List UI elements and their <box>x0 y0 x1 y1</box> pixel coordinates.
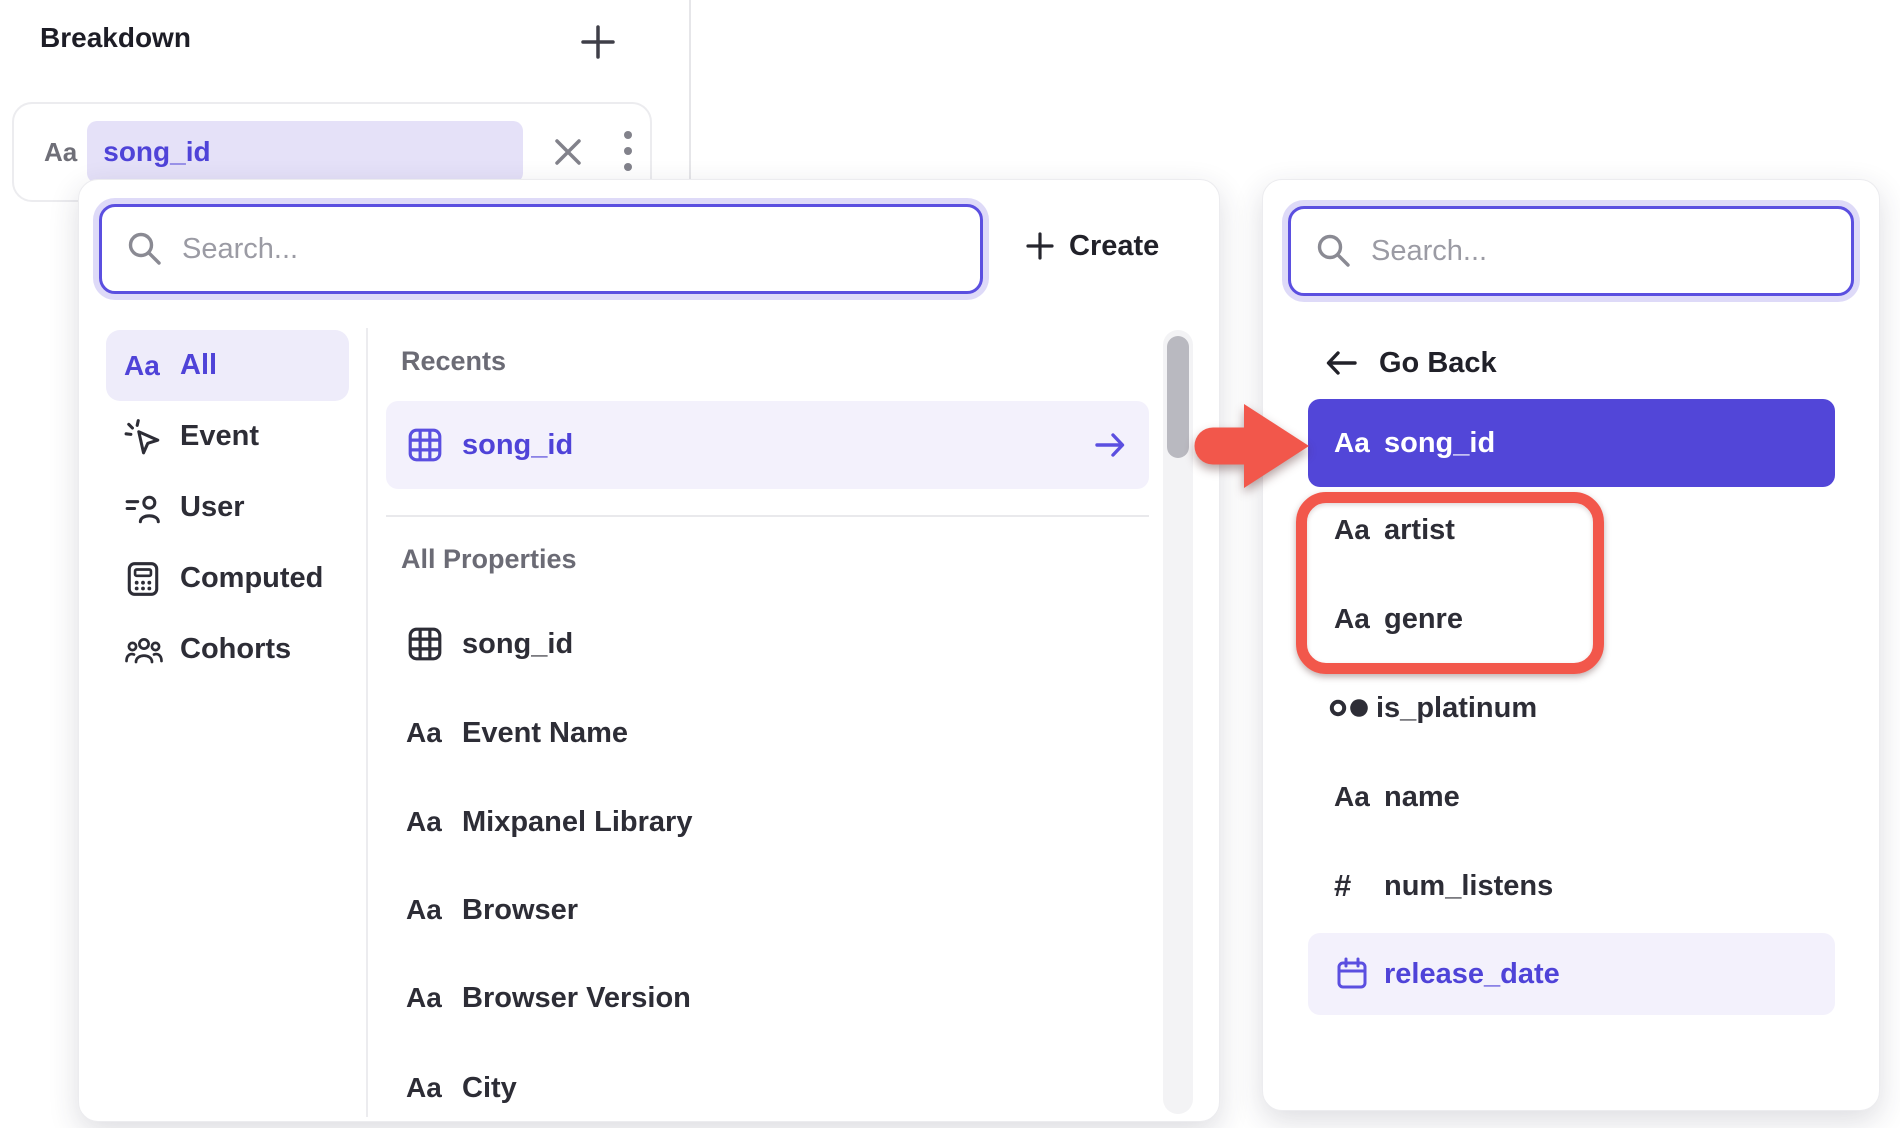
panel-divider <box>689 0 691 180</box>
property-values-dropdown: Go Back Aa song_id Aa artist Aa genre is… <box>1262 179 1880 1111</box>
number-icon: # <box>1334 868 1351 904</box>
property-row-browser-version[interactable]: Aa Browser Version <box>386 954 1149 1042</box>
category-label: All <box>180 349 217 382</box>
text-type-icon: Aa <box>44 137 77 168</box>
calendar-icon <box>1334 956 1384 992</box>
remove-breakdown-icon[interactable] <box>551 135 585 169</box>
property-row-release-date[interactable]: release_date <box>1308 933 1835 1015</box>
computed-icon <box>124 560 170 598</box>
drill-in-arrow-icon[interactable] <box>1093 429 1127 461</box>
property-row-song-id[interactable]: Aa song_id <box>1308 399 1835 487</box>
search-input-wrapper[interactable] <box>1288 206 1854 296</box>
table-icon <box>406 426 462 464</box>
property-label: num_listens <box>1384 870 1553 903</box>
property-row-browser[interactable]: Aa Browser <box>386 866 1149 954</box>
section-divider <box>386 515 1149 517</box>
search-input-wrapper[interactable] <box>99 204 983 294</box>
category-item-event[interactable]: Event <box>106 401 349 472</box>
property-label: is_platinum <box>1376 692 1537 725</box>
table-icon <box>406 625 462 663</box>
all-properties-header: All Properties <box>401 544 577 575</box>
text-type-icon: Aa <box>406 894 442 926</box>
search-icon <box>126 230 164 268</box>
category-item-cohorts[interactable]: Cohorts <box>106 614 349 685</box>
more-options-icon[interactable] <box>623 129 633 175</box>
category-label: User <box>180 491 245 524</box>
property-label: Mixpanel Library <box>462 806 692 839</box>
category-item-user[interactable]: User <box>106 472 349 543</box>
search-input[interactable] <box>1369 234 1851 269</box>
property-label: City <box>462 1072 517 1105</box>
plus-icon <box>580 24 616 60</box>
property-row-num-listens[interactable]: # num_listens <box>1308 842 1835 930</box>
recents-header: Recents <box>401 346 506 377</box>
property-label: genre <box>1384 603 1463 636</box>
arrow-left-icon <box>1323 348 1359 378</box>
text-type-icon: Aa <box>406 1072 442 1104</box>
text-type-icon: Aa <box>1334 514 1370 546</box>
go-back-button[interactable]: Go Back <box>1323 332 1497 394</box>
add-breakdown-button[interactable] <box>572 16 624 68</box>
property-row-city[interactable]: Aa City <box>386 1044 1149 1122</box>
breakdown-chip-value[interactable]: song_id <box>87 121 523 183</box>
text-type-icon: Aa <box>124 350 160 382</box>
breakdown-section-title: Breakdown <box>40 22 191 54</box>
boolean-icon <box>1326 692 1376 724</box>
property-label: name <box>1384 781 1460 814</box>
category-label: Event <box>180 420 259 453</box>
event-icon <box>124 418 170 456</box>
category-item-computed[interactable]: Computed <box>106 543 349 614</box>
property-label: Browser Version <box>462 982 691 1015</box>
category-item-all[interactable]: Aa All <box>106 330 349 401</box>
property-picker-dropdown: Create Aa All Event U <box>78 179 1220 1122</box>
create-button[interactable]: Create <box>1019 204 1165 288</box>
user-icon <box>124 489 170 527</box>
property-row-is-platinum[interactable]: is_platinum <box>1308 664 1835 752</box>
property-row-event-name[interactable]: Aa Event Name <box>386 689 1149 777</box>
property-label: song_id <box>462 628 573 661</box>
property-label: artist <box>1384 514 1455 547</box>
go-back-label: Go Back <box>1379 347 1497 380</box>
text-type-icon: Aa <box>406 806 442 838</box>
search-icon <box>1315 232 1353 270</box>
property-label: Event Name <box>462 717 628 750</box>
text-type-icon: Aa <box>1334 781 1370 813</box>
property-label: release_date <box>1384 958 1560 991</box>
property-label: Browser <box>462 894 578 927</box>
property-row-artist[interactable]: Aa artist <box>1308 486 1835 574</box>
text-type-icon: Aa <box>406 982 442 1014</box>
list-divider <box>366 328 368 1117</box>
create-button-label: Create <box>1069 230 1159 263</box>
recent-property-row[interactable]: song_id <box>386 401 1149 489</box>
text-type-icon: Aa <box>406 717 442 749</box>
category-label: Computed <box>180 562 323 595</box>
text-type-icon: Aa <box>1334 427 1370 459</box>
property-label: song_id <box>1384 427 1495 460</box>
property-row-name[interactable]: Aa name <box>1308 753 1835 841</box>
cohorts-icon <box>124 633 170 667</box>
scrollbar-thumb[interactable] <box>1167 336 1189 458</box>
search-input[interactable] <box>180 232 980 267</box>
category-label: Cohorts <box>180 633 291 666</box>
scrollbar[interactable] <box>1163 330 1193 1114</box>
property-row-song-id[interactable]: song_id <box>386 600 1149 688</box>
text-type-icon: Aa <box>1334 603 1370 635</box>
property-row-mixpanel-library[interactable]: Aa Mixpanel Library <box>386 778 1149 866</box>
property-label: song_id <box>462 429 573 462</box>
property-row-genre[interactable]: Aa genre <box>1308 575 1835 663</box>
screen: Breakdown Aa song_id Create <box>0 0 1900 1128</box>
plus-icon <box>1025 231 1055 261</box>
